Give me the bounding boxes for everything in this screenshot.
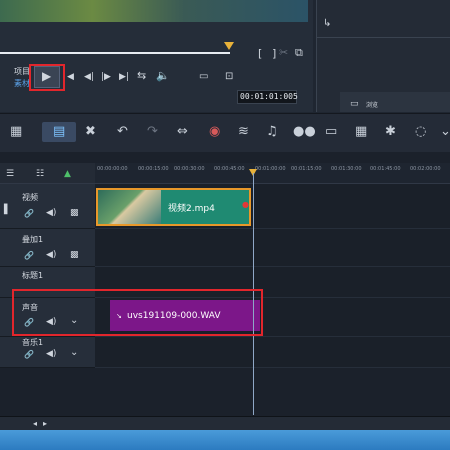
clip-record-icon: ● — [242, 200, 249, 209]
audio-wave-icon[interactable]: ♫ — [266, 125, 278, 139]
track-header-bar — [0, 163, 95, 184]
link-icon[interactable]: 🔗 — [24, 349, 34, 361]
track-lane-music[interactable] — [95, 337, 450, 368]
more-icon[interactable]: ⌄ — [440, 125, 450, 139]
next-frame-icon[interactable]: |▶ — [101, 71, 111, 83]
scroll-right-icon[interactable]: ▸ — [43, 418, 47, 430]
video-preview — [0, 0, 308, 22]
subtitle-icon[interactable]: ▭ — [325, 125, 337, 139]
grid-icon[interactable]: ▦ — [355, 125, 367, 139]
add-marker-icon[interactable]: ▲ — [64, 168, 71, 180]
browse-label[interactable]: 浏览 — [366, 100, 378, 109]
grid-icon[interactable]: ▩ — [70, 249, 79, 261]
aspect-icon[interactable]: ▭ — [199, 71, 208, 83]
mode-project-label[interactable]: 项目 — [14, 66, 30, 77]
ruler-tick: 00:00:30:00 — [174, 166, 205, 172]
end-icon[interactable]: ▶| — [119, 71, 129, 83]
tools-icon[interactable]: ✖ — [85, 125, 96, 139]
volume-icon[interactable]: ◀) — [46, 249, 56, 261]
windows-taskbar — [0, 430, 450, 450]
storyboard-view-icon[interactable]: ▦ — [10, 125, 22, 139]
fit-icon[interactable]: ⇔ — [177, 125, 188, 139]
clip-thumbnail — [98, 190, 161, 224]
ruler-tick: 00:01:15:00 — [291, 166, 322, 172]
play-button-highlight — [29, 64, 65, 91]
crop-icon[interactable]: ⊡ — [225, 71, 233, 83]
scroll-left-icon[interactable]: ◂ — [33, 418, 37, 430]
link-icon[interactable]: 🔗 — [24, 208, 34, 220]
route-icon[interactable]: ↳ — [323, 18, 331, 30]
mask-icon[interactable]: ◌ — [415, 125, 426, 139]
link-icon[interactable]: 🔗 — [24, 250, 34, 262]
video-clip-label: 视频2.mp4 — [168, 204, 215, 214]
track-lane-overlay[interactable] — [95, 229, 450, 267]
browse-icon[interactable]: ▭ — [350, 98, 359, 110]
copy-icon[interactable]: ⧉ — [295, 47, 303, 59]
step-back-icon[interactable]: ◀ — [67, 71, 74, 83]
timeline-scrollbar[interactable] — [0, 416, 450, 431]
timecode-display[interactable]: 00:01:01:005 — [240, 92, 298, 101]
tracks-list-icon[interactable]: ☷ — [36, 168, 44, 180]
track-label-music: 音乐1 — [22, 338, 44, 347]
motion-icon[interactable]: ●● — [293, 125, 316, 139]
track-header-overlay — [0, 229, 95, 267]
grid-icon[interactable]: ▩ — [70, 207, 79, 219]
redo-icon[interactable]: ↷ — [147, 125, 158, 139]
track-side-icon: ▌ — [4, 205, 11, 215]
run-icon[interactable]: ✱ — [385, 125, 396, 139]
scrub-bar[interactable] — [0, 52, 230, 54]
ruler-tick: 00:01:45:00 — [370, 166, 401, 172]
undo-icon[interactable]: ↶ — [117, 125, 128, 139]
scrub-handle[interactable] — [224, 42, 234, 50]
mark-out-button[interactable]: ] — [272, 48, 276, 60]
ruler-tick: 00:00:45:00 — [214, 166, 245, 172]
audio-track-highlight — [12, 289, 263, 336]
record-icon[interactable]: ◉ — [209, 125, 220, 139]
mark-in-button[interactable]: [ — [258, 48, 262, 60]
track-manager-icon[interactable]: ☰ — [6, 168, 14, 180]
sound-mixer-icon[interactable]: ≋ — [238, 125, 249, 139]
track-label-overlay: 叠加1 — [22, 235, 44, 244]
chevron-down-icon[interactable]: ⌄ — [70, 347, 78, 359]
ruler-tick: 00:01:00:00 — [255, 166, 286, 172]
ruler-tick: 00:02:00:00 — [410, 166, 441, 172]
panel-divider — [316, 37, 450, 38]
volume-icon[interactable]: ◀) — [46, 207, 56, 219]
track-label-title: 标题1 — [22, 271, 44, 280]
mode-clip-label[interactable]: 素材 — [14, 78, 30, 89]
volume-icon[interactable]: ◀) — [46, 348, 56, 360]
timeline-view-icon: ▤ — [53, 124, 66, 139]
track-label-video: 视频 — [22, 193, 38, 202]
prev-frame-icon[interactable]: ◀| — [84, 71, 94, 83]
scissors-icon[interactable]: ✂ — [279, 47, 288, 59]
ruler-tick: 00:00:15:00 — [138, 166, 169, 172]
volume-icon[interactable]: 🔈 — [156, 70, 170, 82]
repeat-icon[interactable]: ⇆ — [137, 70, 146, 82]
ruler-tick: 00:00:00:00 — [97, 166, 128, 172]
ruler-tick: 00:01:30:00 — [331, 166, 362, 172]
